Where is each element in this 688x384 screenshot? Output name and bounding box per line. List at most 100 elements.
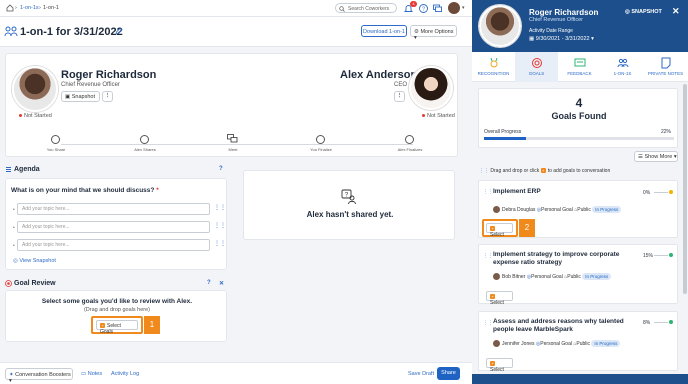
agenda-topic-input[interactable]: Add your topic here... <box>17 239 210 251</box>
step-you-share <box>51 135 60 144</box>
search-icon <box>339 6 345 12</box>
goal-progress-track <box>654 322 668 323</box>
snapshot-button[interactable]: ▣ Snapshot <box>61 91 100 102</box>
plus-icon: + <box>490 226 495 232</box>
goal-status-dot <box>669 253 673 257</box>
goal-review-help-icon[interactable]: ? <box>207 280 211 286</box>
drag-hint: ⋮⋮ Drag and drop or click + to add goals … <box>479 168 610 174</box>
other-status-text: Not Started <box>427 113 455 119</box>
goal-status: In Progress <box>582 272 612 280</box>
required-mark: * <box>156 187 159 194</box>
medal-icon <box>488 57 500 69</box>
goal-status: In Progress <box>592 205 622 213</box>
activity-log-link[interactable]: Activity Log <box>111 371 139 377</box>
user-avatar[interactable] <box>448 2 460 14</box>
panel-header: Roger Richardson Chief Revenue Officer A… <box>472 0 688 52</box>
notes-link[interactable]: ▭ Notes <box>81 371 102 377</box>
tab-recognition[interactable]: RECOGNITION <box>472 52 515 82</box>
boosters-label: Conversation Boosters <box>15 372 71 378</box>
tab-label: FEEDBACK <box>567 71 592 76</box>
goal-type: Personal Goal <box>540 340 572 347</box>
tab-one-on-ones[interactable]: 1-ON-1S <box>601 52 644 82</box>
drag-handle-icon[interactable]: ⋮⋮ <box>483 320 493 326</box>
goal-percent: 0% <box>643 190 651 196</box>
goal-title: Assess and address reasons why talented … <box>493 318 624 333</box>
home-icon[interactable] <box>6 4 14 12</box>
kebab-menu-icon[interactable]: ⋮ <box>394 91 405 102</box>
drag-handle-icon[interactable]: ⋮⋮ <box>214 240 226 247</box>
chat-icon[interactable] <box>432 3 443 14</box>
select-goal-button[interactable]: +Select <box>486 223 513 238</box>
search-input[interactable]: Search Coworkers <box>335 3 397 13</box>
goal-card[interactable]: ⋮⋮ Implement ERP 0% Debra Douglas ◎Perso… <box>478 180 678 238</box>
goal-owner: Debra Douglas <box>502 206 536 213</box>
question-person-icon: ? <box>341 189 357 205</box>
panel-scrollbar[interactable] <box>683 84 687 294</box>
goal-percent: 8% <box>643 320 651 326</box>
chevron-down-icon: ▾ <box>673 154 677 160</box>
snapshot-icon: ▣ <box>65 94 71 100</box>
chevron-down-icon[interactable]: ▾ <box>462 5 465 11</box>
close-icon[interactable]: ✕ <box>219 280 224 287</box>
date-range-picker[interactable]: ▦ 9/30/2021 - 3/31/2022 ▾ <box>529 36 594 42</box>
tab-goals[interactable]: GOALS <box>515 52 558 82</box>
snapshot-header-label: SNAPSHOT <box>631 9 662 15</box>
chevron-down-icon: ▾ <box>9 378 12 384</box>
tab-private-notes[interactable]: PRIVATE NOTES <box>644 52 687 82</box>
tab-feedback[interactable]: FEEDBACK <box>558 52 601 82</box>
calendar-icon: ▦ <box>529 36 535 42</box>
plus-icon: + <box>490 361 495 367</box>
drag-handle-icon[interactable]: ⋮⋮ <box>214 204 226 211</box>
agenda-icon <box>5 166 12 173</box>
status-dot <box>422 114 425 118</box>
goals-count: 4 <box>575 96 583 110</box>
chevron-down-icon: ▾ <box>591 36 594 42</box>
select-goals-button[interactable]: + Select Goals <box>96 320 138 335</box>
other-status: Not Started <box>422 113 455 119</box>
people-icon <box>617 57 629 69</box>
callout-badge: 1 <box>144 316 160 334</box>
more-options-button[interactable]: ⚙ More Options ▾ <box>410 25 457 41</box>
goal-card[interactable]: ⋮⋮ Assess and address reasons why talent… <box>478 311 678 373</box>
step-you-finalize <box>316 135 325 144</box>
kebab-menu-icon[interactable]: ⋮ <box>102 91 113 102</box>
view-snapshot-link[interactable]: ◎ View Snapshot <box>13 258 56 264</box>
conversation-boosters-button[interactable]: ✦ Conversation Boosters ▾ <box>5 368 73 384</box>
help-icon[interactable]: ? <box>418 3 429 14</box>
breadcrumb-current: 1-on-1 <box>43 5 59 11</box>
agenda-help-icon[interactable]: ? <box>219 166 223 172</box>
drag-handle-icon[interactable]: ⋮⋮ <box>214 222 226 229</box>
download-button[interactable]: Download 1-on-1 <box>361 25 407 37</box>
owner-avatar <box>493 340 500 347</box>
goal-review-prompt: Select some goals you'd like to review w… <box>41 298 193 305</box>
owner-avatar <box>493 206 500 213</box>
step-label: You Finalize <box>310 147 332 152</box>
other-role: CEO <box>394 82 408 88</box>
step-label: Alex Finalizes <box>397 147 423 152</box>
select-goal-button[interactable]: +Select <box>486 291 513 306</box>
edit-icon[interactable] <box>115 27 123 35</box>
share-button[interactable]: Share <box>437 367 460 380</box>
goal-card[interactable]: ⋮⋮ Implement strategy to improve corpora… <box>478 244 678 306</box>
show-more-button[interactable]: ☰ Show More ▾ <box>634 151 678 162</box>
drag-handle-icon[interactable]: ⋮⋮ <box>483 253 493 259</box>
close-panel-icon[interactable]: ✕ <box>672 6 680 17</box>
breadcrumb-separator: › <box>39 5 41 11</box>
agenda-topic-input[interactable]: Add your topic here... <box>17 203 210 215</box>
select-goal-button[interactable]: +Select <box>486 358 513 373</box>
view-snapshot-label: View Snapshot <box>19 258 56 264</box>
goal-status-dot <box>669 320 673 324</box>
goal-progress-track <box>654 255 668 256</box>
my-status-text: Not Started <box>24 113 52 119</box>
plus-icon: + <box>540 168 546 174</box>
step-label: Meet <box>228 147 238 152</box>
goal-meta: Debra Douglas ◎Personal Goal ⌂Public In … <box>493 205 622 213</box>
my-status: Not Started <box>19 113 52 119</box>
goal-owner: Jennifer Jones <box>502 340 535 347</box>
save-draft-button[interactable]: Save Draft <box>408 371 434 377</box>
breadcrumb-1on1s[interactable]: 1-on-1s <box>20 5 39 11</box>
drag-handle-icon[interactable]: ⋮⋮ <box>483 189 493 195</box>
other-name: Alex Anderson <box>340 69 418 81</box>
agenda-topic-input[interactable]: Add your topic here... <box>17 221 210 233</box>
snapshot-panel: Roger Richardson Chief Revenue Officer A… <box>472 0 688 384</box>
